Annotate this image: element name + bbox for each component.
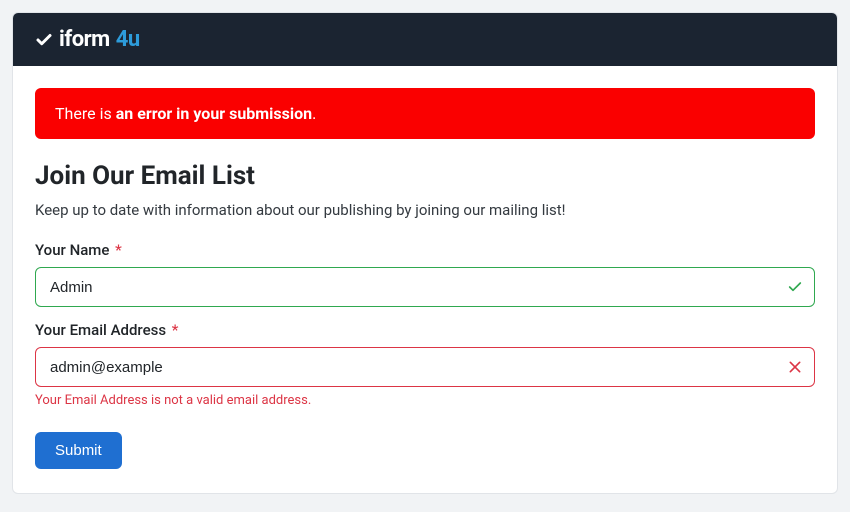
alert-suffix: .: [312, 104, 316, 123]
checkmark-icon: [35, 31, 53, 49]
brand-logo[interactable]: iform4u: [35, 27, 140, 52]
form-description: Keep up to date with information about o…: [35, 201, 815, 219]
field-name: Your Name *: [35, 241, 815, 307]
form-card: iform4u There is an error in your submis…: [12, 12, 838, 494]
error-alert: There is an error in your submission.: [35, 88, 815, 139]
form-body: There is an error in your submission. Jo…: [13, 66, 837, 493]
name-input-row: [35, 267, 815, 307]
field-email: Your Email Address * Your Email Address …: [35, 321, 815, 408]
email-input-row: [35, 347, 815, 387]
name-input[interactable]: [35, 267, 815, 307]
submit-button[interactable]: Submit: [35, 432, 122, 469]
email-error-message: Your Email Address is not a valid email …: [35, 393, 815, 408]
email-label: Your Email Address *: [35, 321, 815, 339]
brand-text-1: iform: [59, 27, 110, 52]
navbar: iform4u: [13, 13, 837, 66]
check-icon: [787, 279, 803, 295]
name-label: Your Name *: [35, 241, 815, 259]
email-label-text: Your Email Address: [35, 321, 166, 339]
brand-text-2: 4u: [116, 27, 140, 52]
name-label-text: Your Name: [35, 241, 109, 259]
x-icon: [787, 359, 803, 375]
email-input[interactable]: [35, 347, 815, 387]
alert-prefix: There is: [55, 104, 116, 123]
name-required-mark: *: [115, 241, 122, 259]
form-title: Join Our Email List: [35, 161, 815, 191]
alert-bold: an error in your submission: [116, 104, 312, 123]
email-required-mark: *: [172, 321, 179, 339]
